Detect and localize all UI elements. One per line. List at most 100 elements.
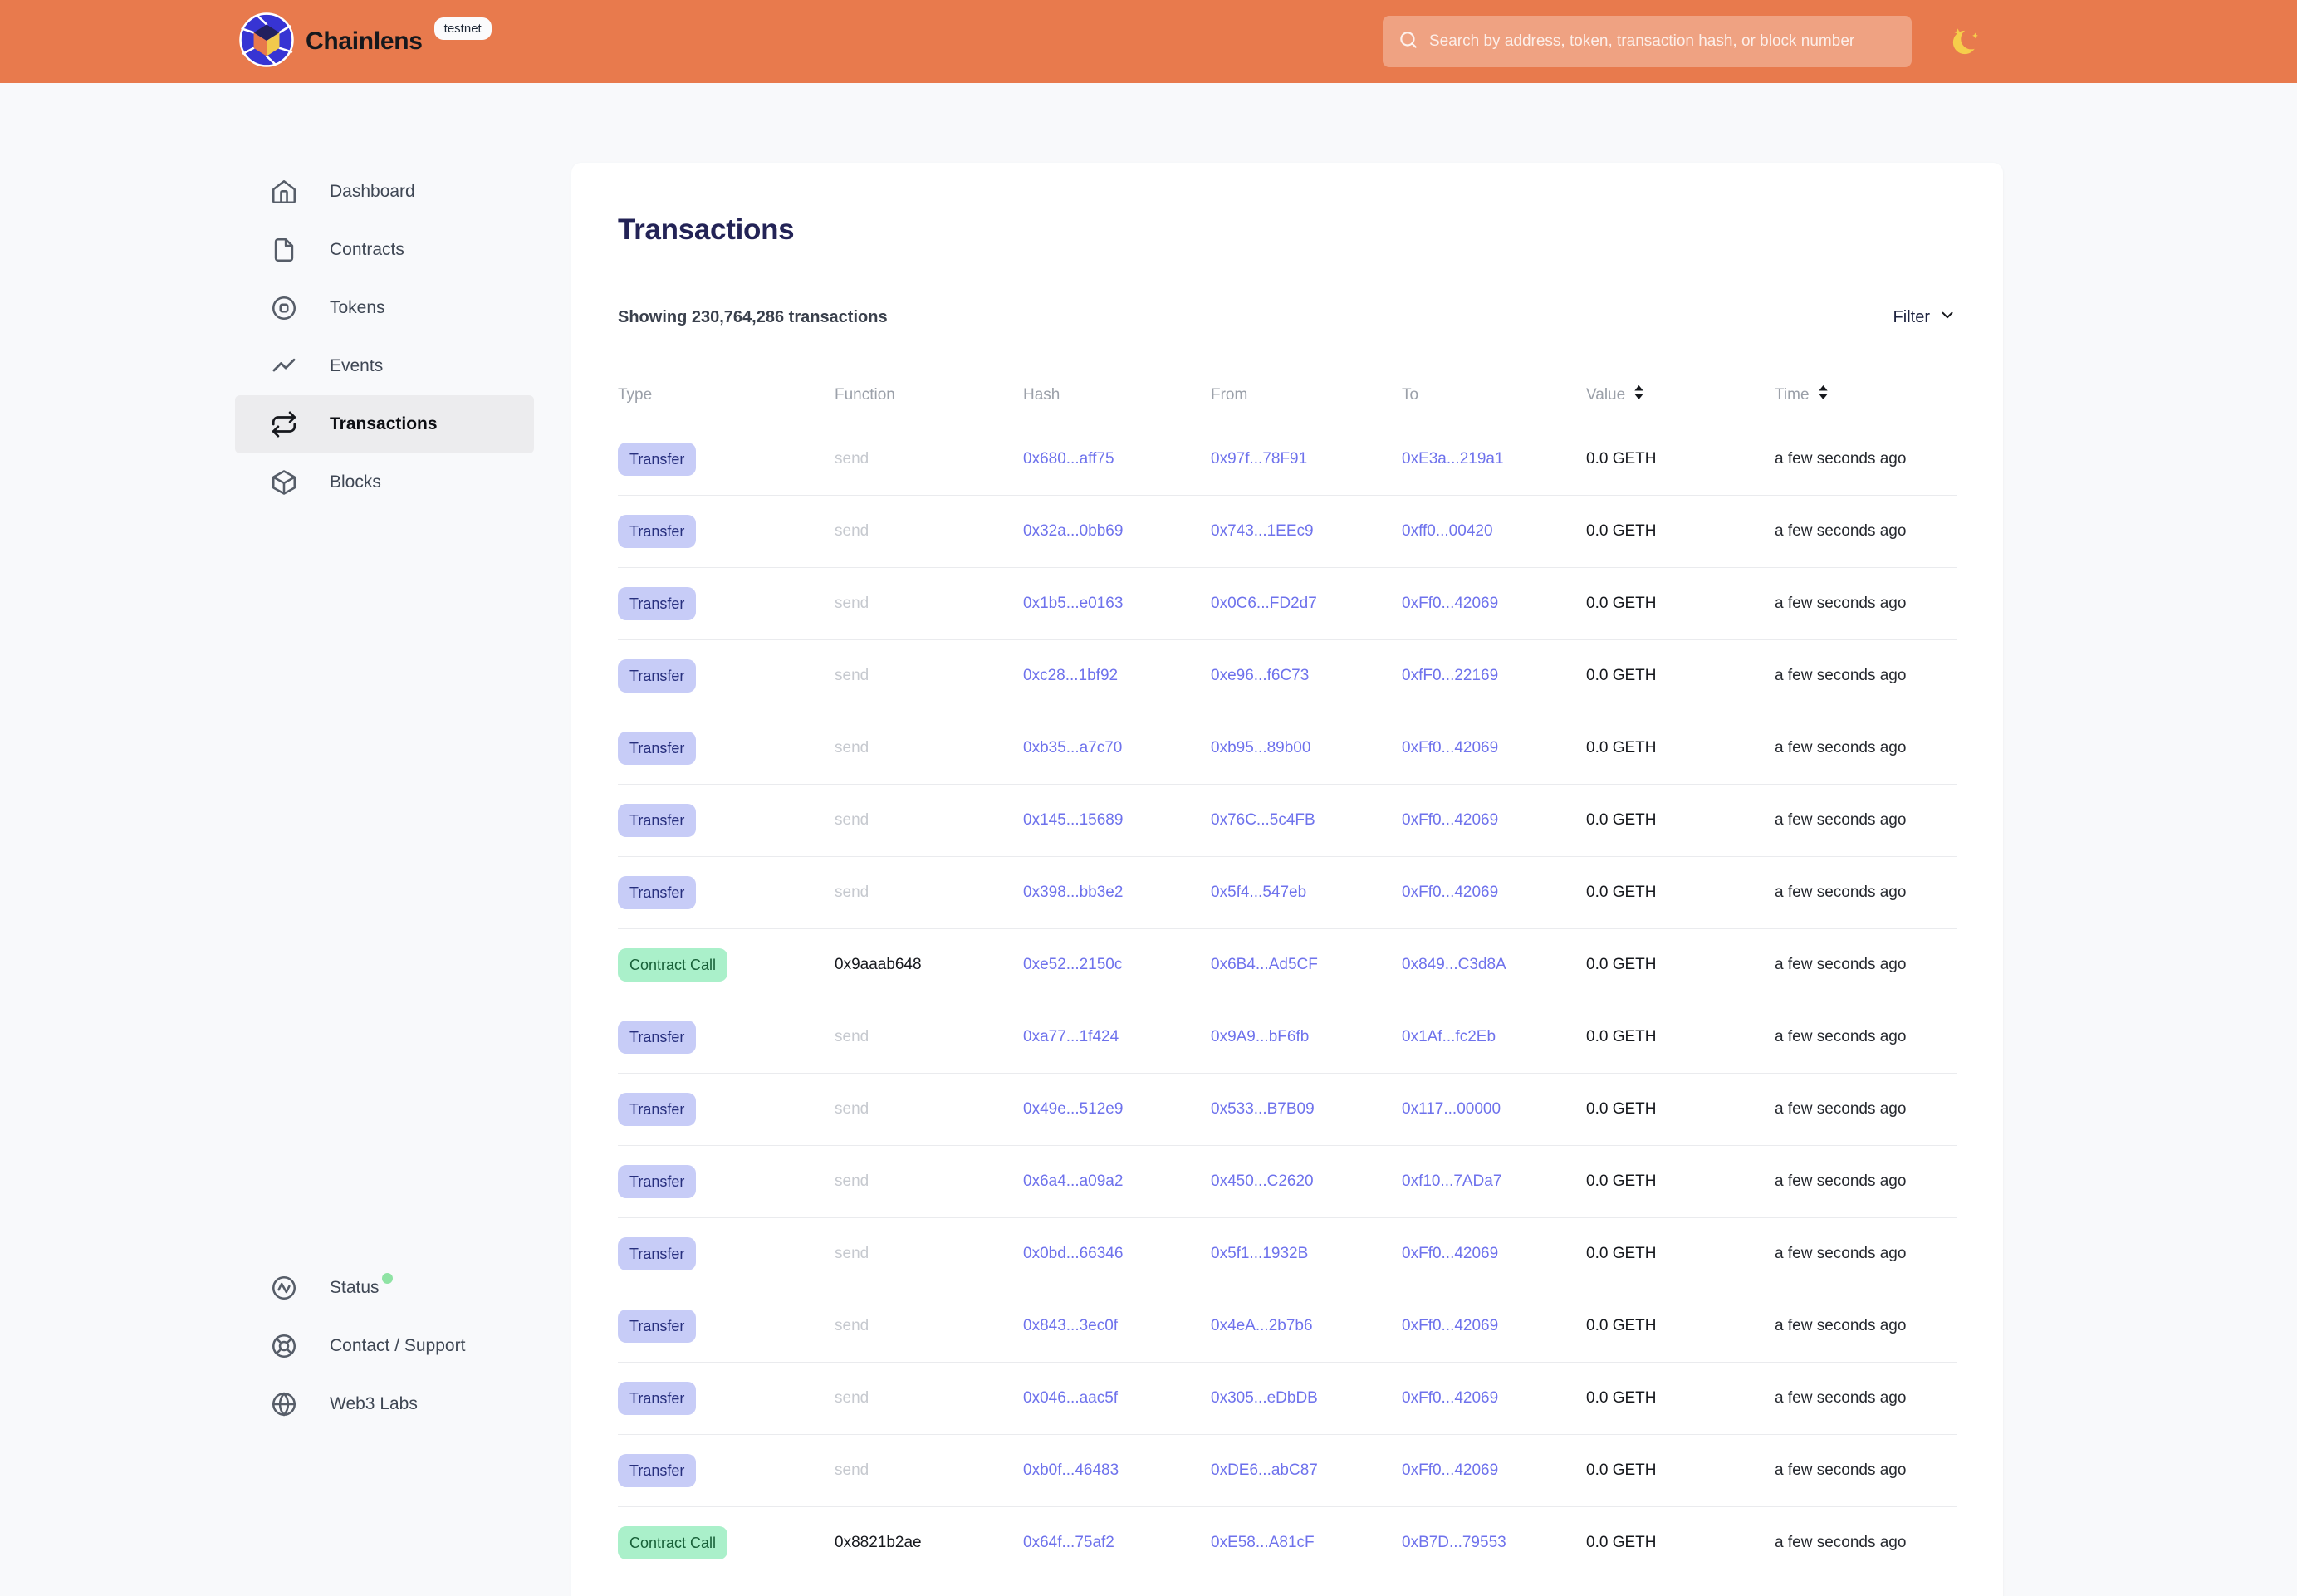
from-address-link[interactable]: 0x743...1EEc9 [1211,522,1314,540]
hash-link[interactable]: 0x0bd...66346 [1023,1245,1123,1262]
function-cell: 0x9aaab648 [835,956,1023,974]
to-address-link[interactable]: 0xE3a...219a1 [1402,450,1504,468]
transaction-type-badge: Transfer [618,587,696,620]
to-address-link[interactable]: 0xFf0...42069 [1402,1245,1498,1262]
sidebar-item-status[interactable]: Status [235,1259,534,1317]
to-address-link[interactable]: 0x117...00000 [1402,1100,1501,1118]
to-address-link[interactable]: 0xFf0...42069 [1402,595,1498,612]
column-header-function: Function [835,386,1023,404]
time-cell: a few seconds ago [1775,595,1957,613]
hash-link[interactable]: 0x49e...512e9 [1023,1100,1123,1118]
hash-link[interactable]: 0x046...aac5f [1023,1389,1118,1407]
trend-icon [270,352,298,380]
transaction-type-badge: Transfer [618,1382,696,1415]
from-address-link[interactable]: 0x5f1...1932B [1211,1245,1308,1262]
brand-logo-link[interactable]: Chainlens testnet [239,13,492,70]
table-row: Transfer send 0x32a...0bb69 0x743...1EEc… [618,496,1957,568]
hash-link[interactable]: 0x1b5...e0163 [1023,595,1123,612]
function-cell: send [835,1317,1023,1335]
hash-link[interactable]: 0x398...bb3e2 [1023,884,1123,901]
summary-bar: Showing 230,764,286 transactions Filter [618,306,1957,329]
time-cell: a few seconds ago [1775,450,1957,468]
time-cell: a few seconds ago [1775,1534,1957,1552]
hash-link[interactable]: 0xb35...a7c70 [1023,739,1122,756]
to-address-link[interactable]: 0xfF0...22169 [1402,667,1498,684]
to-address-link[interactable]: 0xFf0...42069 [1402,884,1498,901]
hash-link[interactable]: 0x843...3ec0f [1023,1317,1118,1334]
to-address-link[interactable]: 0xFf0...42069 [1402,1461,1498,1479]
transactions-count-text: Showing 230,764,286 transactions [618,308,888,327]
hash-link[interactable]: 0xc28...1bf92 [1023,667,1118,684]
sidebar-item-tokens[interactable]: Tokens [235,279,534,337]
to-address-link[interactable]: 0xFf0...42069 [1402,739,1498,756]
filter-button[interactable]: Filter [1893,306,1957,329]
page-title: Transactions [618,163,1957,247]
hash-link[interactable]: 0x64f...75af2 [1023,1534,1114,1551]
sidebar-item-contracts[interactable]: Contracts [235,221,534,279]
sidebar-item-web3-labs[interactable]: Web3 Labs [235,1375,534,1433]
function-cell: send [835,1461,1023,1480]
to-address-link[interactable]: 0x1Af...fc2Eb [1402,1028,1496,1045]
time-cell: a few seconds ago [1775,1317,1957,1335]
from-address-link[interactable]: 0xDE6...abC87 [1211,1461,1318,1479]
function-cell: send [835,1100,1023,1119]
hash-link[interactable]: 0xb0f...46483 [1023,1461,1119,1479]
to-address-link[interactable]: 0x849...C3d8A [1402,956,1506,973]
value-cell: 0.0 GETH [1586,595,1775,613]
to-address-link[interactable]: 0xff0...00420 [1402,522,1493,540]
sidebar-item-blocks[interactable]: Blocks [235,453,534,512]
function-cell: send [835,450,1023,468]
status-online-dot [382,1273,393,1284]
function-cell: send [835,1389,1023,1408]
from-address-link[interactable]: 0xE58...A81cF [1211,1534,1315,1551]
from-address-link[interactable]: 0x76C...5c4FB [1211,811,1315,829]
dark-mode-toggle[interactable] [1947,22,1985,61]
function-cell: send [835,884,1023,902]
from-address-link[interactable]: 0xe96...f6C73 [1211,667,1309,684]
from-address-link[interactable]: 0x4eA...2b7b6 [1211,1317,1313,1334]
sidebar-item-contact-support[interactable]: Contact / Support [235,1317,534,1375]
to-address-link[interactable]: 0xFf0...42069 [1402,1389,1498,1407]
transaction-type-badge: Contract Call [618,1526,727,1559]
transaction-type-badge: Transfer [618,876,696,909]
from-address-link[interactable]: 0x6B4...Ad5CF [1211,956,1318,973]
to-address-link[interactable]: 0xFf0...42069 [1402,811,1498,829]
hash-link[interactable]: 0x6a4...a09a2 [1023,1173,1123,1190]
column-header-from: From [1211,386,1402,404]
sidebar-item-transactions[interactable]: Transactions [235,395,534,453]
table-row: Contract Call 0x8821b2ae 0x64f...75af2 0… [618,1507,1957,1579]
from-address-link[interactable]: 0x450...C2620 [1211,1173,1314,1190]
hash-link[interactable]: 0x680...aff75 [1023,450,1114,468]
search-icon [1398,29,1419,55]
home-icon [270,178,298,206]
hash-link[interactable]: 0xe52...2150c [1023,956,1122,973]
to-address-link[interactable]: 0xf10...7ADa7 [1402,1173,1501,1190]
from-address-link[interactable]: 0x97f...78F91 [1211,450,1307,468]
life-buoy-icon [270,1332,298,1360]
value-cell: 0.0 GETH [1586,1389,1775,1408]
column-header-value[interactable]: Value [1586,384,1775,405]
hash-link[interactable]: 0x32a...0bb69 [1023,522,1123,540]
value-cell: 0.0 GETH [1586,1028,1775,1046]
sidebar-item-events[interactable]: Events [235,337,534,395]
from-address-link[interactable]: 0x0C6...FD2d7 [1211,595,1317,612]
hash-link[interactable]: 0xa77...1f424 [1023,1028,1119,1045]
table-row: Transfer send 0x0bd...66346 0x5f1...1932… [618,1218,1957,1290]
to-address-link[interactable]: 0xFf0...42069 [1402,1317,1498,1334]
transaction-type-badge: Contract Call [618,948,727,982]
column-header-time[interactable]: Time [1775,384,1957,405]
from-address-link[interactable]: 0xb95...89b00 [1211,739,1310,756]
sidebar-item-dashboard[interactable]: Dashboard [235,163,534,221]
from-address-link[interactable]: 0x9A9...bF6fb [1211,1028,1309,1045]
table-row: Transfer send 0xc28...1bf92 0xe96...f6C7… [618,640,1957,712]
transaction-type-badge: Transfer [618,1165,696,1198]
from-address-link[interactable]: 0x5f4...547eb [1211,884,1306,901]
search-input[interactable] [1429,32,1897,51]
from-address-link[interactable]: 0x533...B7B09 [1211,1100,1315,1118]
filter-button-label: Filter [1893,308,1930,327]
hash-link[interactable]: 0x145...15689 [1023,811,1123,829]
value-cell: 0.0 GETH [1586,956,1775,974]
to-address-link[interactable]: 0xB7D...79553 [1402,1534,1506,1551]
cube-icon [270,468,298,497]
from-address-link[interactable]: 0x305...eDbDB [1211,1389,1318,1407]
